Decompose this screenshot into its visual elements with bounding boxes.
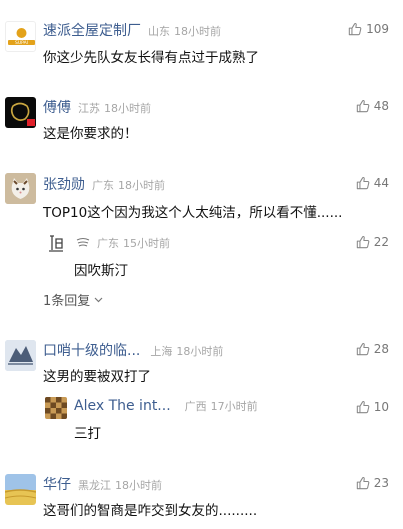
avatar-image-icon — [10, 102, 35, 126]
landscape-avatar-icon — [5, 474, 36, 505]
comment-author[interactable]: 傅傅 — [43, 97, 71, 117]
thumbs-up-icon — [356, 100, 370, 113]
comment-item: 华仔 黑龙江 18小时前 23 这哥们的智商是咋交到女友的......... — [0, 458, 403, 529]
like-count: 10 — [373, 400, 389, 414]
brand-logo-icon: SUPAI — [8, 28, 35, 46]
reply-text: 因吹斯汀 — [74, 263, 128, 279]
comment-item: SUPAI 速派全屋定制厂 山东 18小时前 109 你这少先队女友长得有点过于… — [0, 0, 403, 85]
svg-text:SUPAI: SUPAI — [15, 40, 28, 46]
like-count: 48 — [373, 99, 389, 113]
expand-replies-label: 1条回复 — [43, 294, 91, 309]
thumbs-up-icon — [356, 236, 370, 249]
cat-avatar-icon — [5, 173, 36, 204]
avatar[interactable] — [5, 173, 36, 204]
like-button[interactable]: 44 — [356, 176, 389, 190]
reply-location: 广西 — [184, 400, 207, 413]
comment-item: 张劲勋 广东 18小时前 44 TOP10这个因为我这个人太纯洁，所以看不懂..… — [0, 162, 403, 330]
chessboard-avatar-icon — [45, 397, 67, 419]
comment-author[interactable]: 口哨十级的临... — [43, 340, 140, 360]
comment-location: 山东 — [148, 25, 170, 38]
like-button[interactable]: 48 — [356, 99, 389, 113]
thumbs-up-icon — [356, 401, 370, 414]
like-count: 22 — [373, 235, 389, 249]
reply-time: 17小时前 — [210, 400, 258, 413]
reply-time: 15小时前 — [123, 237, 170, 250]
comment-time: 18小时前 — [174, 25, 221, 38]
avatar[interactable]: SUPAI — [5, 21, 36, 52]
comment-location: 江苏 — [78, 102, 100, 115]
comment-item: 傅傅 江苏 18小时前 48 这是你要求的！ — [0, 85, 403, 162]
calligraphy-avatar-icon — [49, 235, 63, 252]
reply-text: 三打 — [74, 426, 101, 442]
avatar[interactable] — [5, 340, 36, 371]
thumbs-up-icon — [356, 477, 370, 490]
like-button[interactable]: 109 — [348, 22, 389, 36]
comment-author[interactable]: 张劲勋 — [43, 174, 85, 194]
comment-location: 上海 — [150, 345, 173, 358]
comment-time: 18小时前 — [115, 479, 162, 492]
comment-time: 18小时前 — [176, 345, 224, 358]
like-button[interactable]: 10 — [356, 400, 389, 414]
comment-location: 广东 — [92, 179, 114, 192]
avatar[interactable] — [45, 397, 67, 419]
comment-time: 18小时前 — [118, 179, 165, 192]
like-button[interactable]: 22 — [356, 235, 389, 249]
like-button[interactable]: 28 — [356, 342, 389, 356]
chevron-down-icon — [94, 297, 103, 302]
like-count: 109 — [366, 22, 389, 36]
comment-text: TOP10这个因为我这个人太纯洁，所以看不懂...... — [43, 205, 343, 221]
thumbs-up-icon — [356, 343, 370, 356]
comment-text: 这是你要求的！ — [43, 126, 138, 142]
comment-time: 18小时前 — [104, 102, 151, 115]
comment-text: 你这少先队女友长得有点过于成熟了 — [43, 50, 259, 66]
reply-location: 广东 — [97, 237, 119, 250]
avatar-image-icon — [5, 340, 36, 371]
avatar[interactable] — [5, 97, 36, 128]
reply-author[interactable]: Alex The int... — [74, 398, 171, 414]
comment-text: 这男的要被双打了 — [43, 369, 151, 385]
thumbs-up-icon — [348, 23, 362, 36]
comment-location: 黑龙江 — [78, 479, 111, 492]
comment-item: 口哨十级的临... 上海 18小时前 28 这男的要被双打了 Alex The … — [0, 330, 403, 458]
comment-text: 这哥们的智商是咋交到女友的......... — [43, 503, 258, 519]
expand-replies-button[interactable]: 1条回复 — [43, 290, 103, 309]
avatar[interactable] — [5, 474, 36, 505]
comment-author[interactable]: 速派全屋定制厂 — [43, 20, 141, 40]
name-glyph-icon — [76, 238, 90, 247]
like-count: 44 — [373, 176, 389, 190]
like-button[interactable]: 23 — [356, 476, 389, 490]
like-count: 28 — [373, 342, 389, 356]
avatar[interactable] — [45, 232, 67, 254]
comment-author[interactable]: 华仔 — [43, 474, 71, 494]
like-count: 23 — [373, 476, 389, 490]
thumbs-up-icon — [356, 177, 370, 190]
